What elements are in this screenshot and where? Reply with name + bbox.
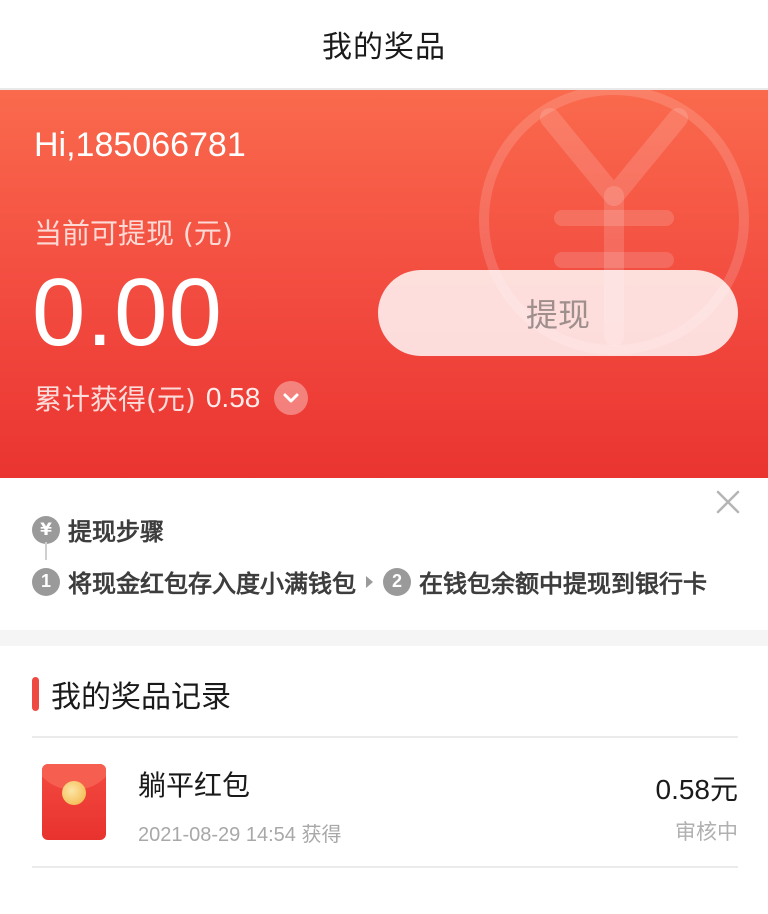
red-envelope-icon xyxy=(42,764,106,840)
step-text-1: 将现金红包存入度小满钱包 xyxy=(68,570,356,598)
step-number-2: 2 xyxy=(383,567,411,596)
step-text-2: 在钱包余额中提现到银行卡 xyxy=(419,570,707,598)
section-gap xyxy=(0,630,768,646)
prizes-page: 我的奖品 Hi,185066781 当前可提现 (元) 0.00 提现 累计获得… xyxy=(0,0,768,914)
page-title: 我的奖品 xyxy=(322,30,446,65)
available-label: 当前可提现 (元) xyxy=(34,217,233,250)
total-earned-label: 累计获得(元) xyxy=(34,383,196,416)
steps-title: 提现步骤 xyxy=(68,518,164,546)
records-title: 我的奖品记录 xyxy=(51,680,231,715)
chevron-down-icon[interactable] xyxy=(274,381,309,415)
steps-header: ¥ 提现步骤 xyxy=(32,512,164,547)
record-status: 审核中 xyxy=(675,820,738,844)
balance-card: Hi,185066781 当前可提现 (元) 0.00 提现 累计获得(元) 0… xyxy=(0,90,768,478)
yen-badge-icon: ¥ xyxy=(32,515,60,544)
close-icon[interactable] xyxy=(714,488,742,516)
divider xyxy=(32,866,738,868)
record-name: 躺平红包 xyxy=(138,769,251,802)
record-amount: 0.58元 xyxy=(655,774,739,805)
arrow-right-icon xyxy=(366,575,373,588)
withdraw-steps: ¥ 提现步骤 1 将现金红包存入度小满钱包 2 在钱包余额中提现到银行卡 xyxy=(0,478,768,630)
accent-bar xyxy=(32,677,39,711)
steps-connector xyxy=(45,542,47,560)
records-header: 我的奖品记录 xyxy=(32,672,231,716)
withdraw-button[interactable]: 提现 xyxy=(378,270,738,356)
step-number-1: 1 xyxy=(32,567,60,596)
total-earned: 累计获得(元) 0.58 xyxy=(34,378,309,418)
balance-amount: 0.00 xyxy=(32,259,223,366)
record-time: 2021-08-29 14:54 获得 xyxy=(138,824,342,846)
prize-records: 我的奖品记录 躺平红包 2021-08-29 14:54 获得 0.58元 审核… xyxy=(0,646,768,914)
list-item[interactable]: 躺平红包 2021-08-29 14:54 获得 0.58元 审核中 xyxy=(0,738,768,868)
user-greeting: Hi,185066781 xyxy=(34,126,246,164)
total-earned-value: 0.58 xyxy=(205,382,261,413)
steps-row: 1 将现金红包存入度小满钱包 2 在钱包余额中提现到银行卡 xyxy=(32,564,707,599)
title-bar: 我的奖品 xyxy=(0,0,768,90)
